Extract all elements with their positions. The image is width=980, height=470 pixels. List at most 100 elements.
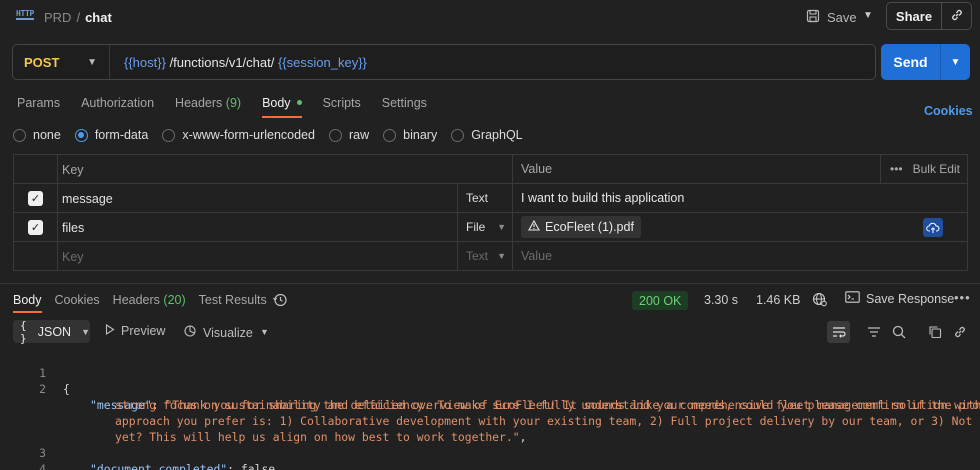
body-type-graphql[interactable]: GraphQL [451,128,523,142]
response-size[interactable]: 1.46 KB [756,293,800,307]
more-options-icon[interactable]: ••• [954,290,971,305]
save-response-button[interactable]: Save Response [845,291,954,306]
save-response-icon [845,291,860,306]
radio-urlencoded-label: x-www-form-urlencoded [182,128,315,142]
file-chip[interactable]: EcoFleet (1).pdf [521,216,641,238]
radio-none-label: none [33,128,61,142]
radio-binary-label: binary [403,128,438,142]
copy-icon[interactable] [925,322,945,342]
preview-button[interactable]: Preview [105,323,165,338]
url-variable-host: {{host}} [124,54,166,70]
new-type-label: Text [466,249,489,263]
radio-binary[interactable] [383,128,397,142]
tab-headers[interactable]: Headers (9) [175,96,241,116]
send-options-chevron-icon[interactable]: ▼ [941,44,970,80]
body-type-urlencoded[interactable]: x-www-form-urlencoded [162,128,315,142]
response-tab-headers-label: Headers [112,293,160,307]
response-tab-headers[interactable]: Headers (20) [113,293,186,307]
copy-link-button[interactable] [942,3,971,29]
share-group: Share [886,2,972,30]
response-tabs: Body Cookies Headers (20) Test Results [13,293,280,313]
radio-form-data-label: form-data [94,128,149,142]
link-icon[interactable] [950,322,970,342]
response-tab-cookies[interactable]: Cookies [55,293,100,307]
method-select[interactable]: POST ▼ [13,45,110,79]
breadcrumb-request-name[interactable]: chat [85,10,112,25]
cloud-upload-icon [926,222,940,233]
body-type-binary[interactable]: binary [383,128,437,142]
visualize-chevron-icon[interactable]: ▼ [260,327,269,337]
wrap-lines-icon [832,327,846,338]
more-options-icon: ••• [890,162,903,176]
param-value-message[interactable]: I want to build this application [512,184,969,212]
column-key-header: Key [62,163,84,177]
new-type-select[interactable]: Text ▼ [457,242,512,270]
body-type-none[interactable]: none [13,128,61,142]
tab-scripts[interactable]: Scripts [323,96,361,116]
code-line: 4 } [0,445,980,470]
tab-settings[interactable]: Settings [382,96,427,116]
code-line: 3 "document_completed": false [0,429,980,470]
breadcrumb-separator: / [76,10,81,25]
tab-body[interactable]: Body [262,96,302,118]
code-line-wrap: yet? This will help us align on how best… [0,413,980,444]
save-label: Save [827,9,857,25]
tab-params[interactable]: Params [17,96,60,116]
tab-body-label: Body [262,96,291,110]
response-tab-test-results[interactable]: Test Results [199,293,267,307]
response-body-code[interactable]: 1 { 2 "message": "Thank you for sharing … [0,349,980,470]
response-tab-body[interactable]: Body [13,293,42,313]
radio-raw[interactable] [329,128,342,142]
response-time[interactable]: 3.30 s [704,293,738,307]
http-request-icon: HTTP [16,9,35,20]
status-badge[interactable]: 200 OK [632,291,689,310]
radio-none[interactable] [13,128,26,142]
section-divider [0,283,980,284]
response-format-select[interactable]: { } JSON ▼ [13,318,90,345]
globe-network-icon[interactable] [812,292,827,310]
new-key-input[interactable]: Key [62,250,84,264]
chevron-down-icon: ▼ [81,326,90,337]
body-type-form-data[interactable]: form-data [74,128,149,142]
row-check-cell [14,242,58,270]
url-path: /functions/v1/chat/ [165,54,278,70]
wrap-lines-button[interactable] [827,321,850,343]
header-check-cell [14,155,58,183]
history-icon[interactable] [272,292,288,311]
filter-icon[interactable] [864,322,884,342]
url-input[interactable]: {{host}} /functions/v1/chat/ {{session_k… [110,55,367,70]
param-type-label: Text [466,191,489,205]
send-group: Send ▼ [881,44,970,80]
json-braces-icon: { } [20,318,27,345]
cloud-upload-button[interactable] [923,218,943,237]
format-label: JSON [37,324,72,339]
visualize-icon [183,324,197,341]
radio-graphql[interactable] [451,128,465,142]
new-value-input[interactable]: Value [512,242,969,270]
visualize-button[interactable]: Visualize [183,324,253,341]
code-line: 2 "message": "Thank you for sharing the … [0,365,980,412]
share-button[interactable]: Share [887,3,942,29]
param-type-select-files[interactable]: File ▼ [457,213,512,241]
row-checkbox-message[interactable]: ✓ [28,190,43,206]
param-key-files[interactable]: files [62,221,84,235]
search-icon[interactable] [889,322,909,342]
param-value-files: EcoFleet (1).pdf [512,213,969,241]
bulk-edit-button[interactable]: ••• Bulk Edit [880,155,967,183]
param-type-select-message[interactable]: Text [457,184,512,212]
body-type-raw[interactable]: raw [329,128,369,142]
tab-authorization[interactable]: Authorization [81,96,154,116]
radio-urlencoded[interactable] [162,128,176,142]
tab-headers-label: Headers [175,96,223,110]
radio-form-data[interactable] [74,128,88,142]
bulk-edit-label: Bulk Edit [912,162,960,176]
file-name: EcoFleet (1).pdf [545,220,634,234]
body-active-indicator [296,100,302,106]
breadcrumb-collection[interactable]: PRD [44,10,71,25]
send-button[interactable]: Send [881,44,941,80]
save-options-chevron-icon[interactable]: ▼ [863,10,873,21]
cookies-link[interactable]: Cookies [924,104,973,118]
param-key-message[interactable]: message [62,192,113,206]
save-button[interactable]: Save [806,6,857,28]
row-checkbox-files[interactable]: ✓ [28,219,43,235]
